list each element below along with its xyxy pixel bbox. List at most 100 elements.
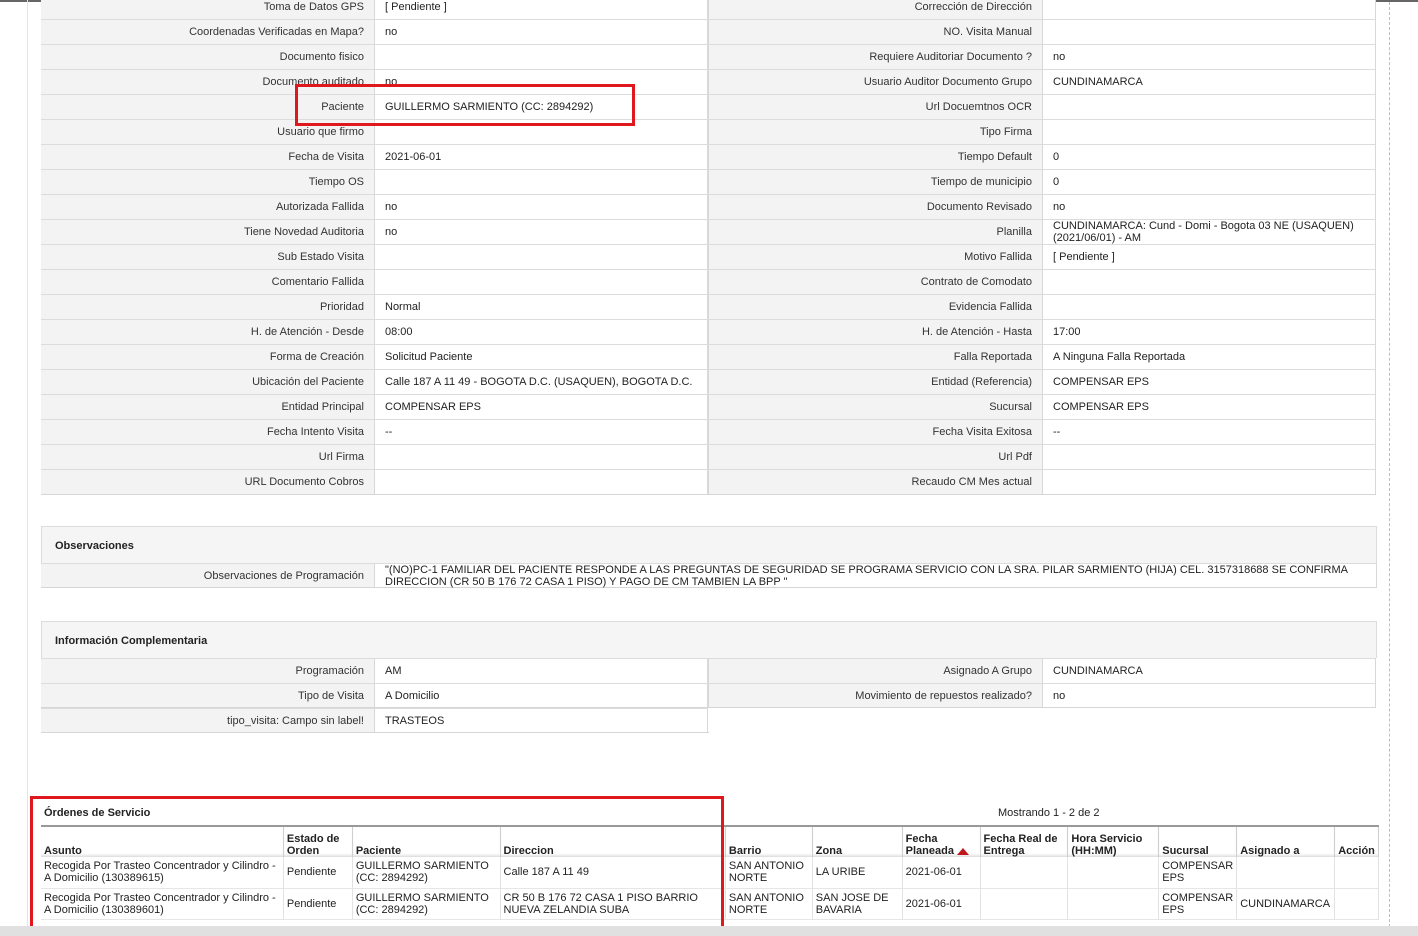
field-label: Documento Revisado (708, 194, 1043, 219)
field-label: Evidencia Fallida (708, 294, 1043, 319)
detail-row: Paciente GUILLERMO SARMIENTO (CC: 2894292… (41, 94, 1376, 119)
detail-row: Forma de Creación Solicitud Paciente Fall… (41, 344, 1376, 369)
field-label: Prioridad (41, 294, 375, 319)
field-label: Sucursal (708, 394, 1043, 419)
field-value: [ Pendiente ] (375, 0, 708, 19)
detail-row: Tiempo OS Tiempo de municipio 0 (41, 169, 1376, 194)
observaciones-row: Observaciones de Programación "(NO)PC-1 … (41, 563, 1377, 588)
field-label: URL Documento Cobros (41, 469, 375, 494)
field-value: no (1043, 44, 1376, 69)
detail-row: Fecha de Visita 2021-06-01 Tiempo Default… (41, 144, 1376, 169)
column-header-fecha-real[interactable]: Fecha Real de Entrega (980, 825, 1069, 857)
cell-fecha-real (980, 888, 1069, 920)
cell-sucursal: COMPENSAR EPS (1158, 888, 1238, 920)
field-value: -- (375, 419, 708, 444)
cell-asignado (1236, 857, 1336, 889)
detail-row: Programación AM Asignado A Grupo CUNDINAMA… (41, 658, 1376, 683)
field-label: tipo_visita: Campo sin label! (41, 708, 375, 732)
field-label: Coordenadas Verificadas en Mapa? (41, 19, 375, 44)
column-header-barrio[interactable]: Barrio (725, 825, 813, 857)
cell-sucursal: COMPENSAR EPS (1158, 857, 1238, 889)
field-value: no (1043, 194, 1376, 219)
cell-barrio: SAN ANTONIO NORTE (725, 857, 813, 889)
cell-asignado: CUNDINAMARCA (1236, 888, 1336, 920)
field-value (375, 469, 708, 494)
field-label: Ubicación del Paciente (41, 369, 375, 394)
column-header-asignado[interactable]: Asignado a (1236, 825, 1336, 857)
field-label: Contrato de Comodato (708, 269, 1043, 294)
cell-accion[interactable] (1334, 857, 1379, 889)
detail-row: Documento auditado no Usuario Auditor Doc… (41, 69, 1376, 94)
column-header-fecha-planeada-label: Fecha Planeada (905, 833, 954, 857)
planilla-value: CUNDINAMARCA: Cund - Domi - Bogota 03 NE… (1043, 219, 1376, 244)
column-header-hora-servicio[interactable]: Hora Servicio (HH:MM) (1067, 825, 1160, 857)
detail-row: Tiene Novedad Auditoria no Planilla CUNDIN… (41, 219, 1376, 244)
field-value: Solicitud Paciente (375, 344, 708, 369)
field-value: Calle 187 A 11 49 - BOGOTA D.C. (USAQUEN… (375, 369, 708, 394)
detail-row: Autorizada Fallida no Documento Revisado n… (41, 194, 1376, 219)
detail-row: Documento fisico Requiere Auditoriar Doc… (41, 44, 1376, 69)
field-label: Url Firma (41, 444, 375, 469)
observaciones-label: Observaciones de Programación (41, 563, 375, 587)
observaciones-value: "(NO)PC-1 FAMILIAR DEL PACIENTE RESPONDE… (375, 563, 1377, 588)
cell-zona: LA URIBE (812, 857, 903, 889)
field-value (375, 169, 708, 194)
field-value: -- (1043, 419, 1376, 444)
field-label: Tiene Novedad Auditoria (41, 219, 375, 244)
field-value: A Ninguna Falla Reportada (1043, 344, 1376, 369)
right-dashed-border (1389, 2, 1390, 932)
field-value: CUNDINAMARCA (1043, 69, 1376, 94)
detail-row: Tipo de Visita A Domicilio Movimiento de … (41, 683, 1376, 708)
detail-row: Sub Estado Visita Motivo Fallida[ Pendie… (41, 244, 1376, 269)
field-value (1043, 0, 1376, 19)
detail-row: Ubicación del Paciente Calle 187 A 11 49 … (41, 369, 1376, 394)
column-header-sucursal[interactable]: Sucursal (1158, 825, 1238, 857)
field-label: Url Pdf (708, 444, 1043, 469)
detail-row: Entidad Principal COMPENSAR EPS Sucursal C… (41, 394, 1376, 419)
field-label: Falla Reportada (708, 344, 1043, 369)
field-label: H. de Atención - Hasta (708, 319, 1043, 344)
observaciones-header: Observaciones (41, 526, 1377, 566)
detail-row: H. de Atención - Desde 08:00 H. de Atenci… (41, 319, 1376, 344)
field-value (1043, 94, 1376, 119)
field-value: CUNDINAMARCA (1043, 658, 1376, 683)
detail-row: URL Documento Cobros Recaudo CM Mes actu… (41, 469, 1376, 494)
field-label: Comentario Fallida (41, 269, 375, 294)
field-label: Recaudo CM Mes actual (708, 469, 1043, 494)
field-value: [ Pendiente ] (1043, 244, 1376, 269)
field-label: Autorizada Fallida (41, 194, 375, 219)
field-value: COMPENSAR EPS (1043, 394, 1376, 419)
field-label: Toma de Datos GPS (41, 0, 375, 19)
column-header-zona[interactable]: Zona (812, 825, 903, 857)
field-label: Corrección de Dirección (708, 0, 1043, 19)
field-value: no (375, 219, 708, 244)
field-label: Movimiento de repuestos realizado? (708, 683, 1043, 707)
field-label: Motivo Fallida (708, 244, 1043, 269)
field-value: 08:00 (375, 319, 708, 344)
horizontal-scrollbar[interactable] (0, 926, 1418, 936)
column-header-fecha-planeada[interactable]: Fecha Planeada (902, 825, 981, 857)
field-label: Tiempo OS (41, 169, 375, 194)
field-value (375, 44, 708, 69)
field-label: Tipo de Visita (41, 683, 375, 707)
field-value (1043, 294, 1376, 319)
cell-fecha-planeada: 2021-06-01 (902, 888, 981, 920)
cell-accion[interactable] (1334, 888, 1379, 920)
field-value: TRASTEOS (375, 708, 708, 732)
patient-highlight-box (295, 84, 635, 126)
field-label: Url Docuemtnos OCR (708, 94, 1043, 119)
field-value (375, 269, 708, 294)
field-label: Planilla (708, 219, 1043, 244)
field-value: COMPENSAR EPS (1043, 369, 1376, 394)
field-label: Entidad Principal (41, 394, 375, 419)
field-value: AM (375, 658, 708, 683)
orders-highlight-box (30, 796, 724, 929)
left-border (27, 0, 28, 936)
cell-barrio: SAN ANTONIO NORTE (725, 888, 813, 920)
field-label: Tipo Firma (708, 119, 1043, 144)
cell-fecha-real (980, 857, 1069, 889)
field-value: Normal (375, 294, 708, 319)
field-label: Fecha Visita Exitosa (708, 419, 1043, 444)
cell-fecha-planeada: 2021-06-01 (902, 857, 981, 889)
detail-row: Url Firma Url Pdf (41, 444, 1376, 469)
